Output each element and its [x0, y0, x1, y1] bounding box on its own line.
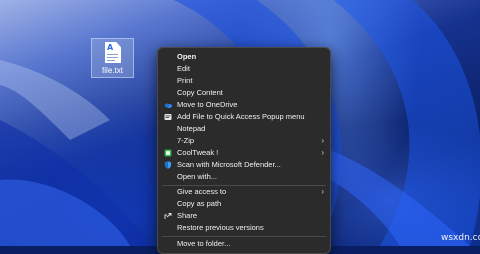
desktop-file-item[interactable]: A file.txt — [91, 38, 134, 78]
menu-item-open[interactable]: Open — [158, 51, 330, 63]
menu-item-label: Print — [177, 76, 193, 85]
menu-item-edit[interactable]: Edit — [158, 63, 330, 75]
menu-item-label: Scan with Microsoft Defender... — [177, 160, 281, 169]
menu-item-share[interactable]: Share — [158, 210, 330, 222]
menu-item-copy-as-path[interactable]: Copy as path — [158, 198, 330, 210]
menu-separator — [162, 236, 326, 237]
cooltweak-icon — [164, 149, 172, 157]
share-icon — [164, 213, 172, 219]
menu-item-notepad[interactable]: Notepad — [158, 123, 330, 135]
menu-item-label: Restore previous versions — [177, 223, 264, 232]
menu-item-label: CoolTweak ! — [177, 148, 219, 157]
context-menu: Open Edit Print Copy Content Move to One… — [157, 47, 331, 254]
menu-item-label: Notepad — [177, 124, 206, 133]
menu-item-open-with[interactable]: Open with... — [158, 171, 330, 183]
menu-item-move-to-onedrive[interactable]: Move to OneDrive — [158, 99, 330, 111]
menu-item-give-access-to[interactable]: Give access to › — [158, 186, 330, 198]
menu-item-label: Give access to — [177, 187, 227, 196]
menu-item-copy-content[interactable]: Copy Content — [158, 87, 330, 99]
menu-item-label: Open with... — [177, 172, 218, 181]
quick-access-icon — [164, 114, 172, 120]
menu-item-label: Edit — [177, 64, 190, 73]
desktop-file-label: file.txt — [102, 66, 123, 75]
onedrive-icon — [164, 103, 172, 108]
menu-item-label: Open — [177, 52, 197, 61]
menu-item-scan-defender[interactable]: Scan with Microsoft Defender... — [158, 159, 330, 171]
chevron-right-icon: › — [321, 187, 324, 196]
chevron-right-icon: › — [321, 136, 324, 145]
watermark-text: wsxdn.com — [441, 233, 480, 243]
menu-item-label: Move to folder... — [177, 239, 231, 248]
menu-item-7zip[interactable]: 7-Zip › — [158, 135, 330, 147]
menu-item-print[interactable]: Print — [158, 75, 330, 87]
menu-item-label: Add File to Quick Access Popup menu — [177, 112, 305, 121]
menu-item-label: Copy Content — [177, 88, 223, 97]
menu-item-label: Copy as path — [177, 199, 222, 208]
menu-item-move-to-folder[interactable]: Move to folder... — [158, 238, 330, 250]
menu-item-label: Move to OneDrive — [177, 100, 238, 109]
defender-shield-icon — [164, 161, 172, 169]
chevron-right-icon: › — [321, 148, 324, 157]
menu-item-label: 7-Zip — [177, 136, 195, 145]
text-document-icon: A — [105, 42, 121, 63]
menu-item-cooltweak[interactable]: CoolTweak ! › — [158, 147, 330, 159]
menu-item-label: Share — [177, 211, 198, 220]
menu-item-restore-previous-versions[interactable]: Restore previous versions — [158, 222, 330, 234]
menu-item-add-to-quick-access[interactable]: Add File to Quick Access Popup menu — [158, 111, 330, 123]
